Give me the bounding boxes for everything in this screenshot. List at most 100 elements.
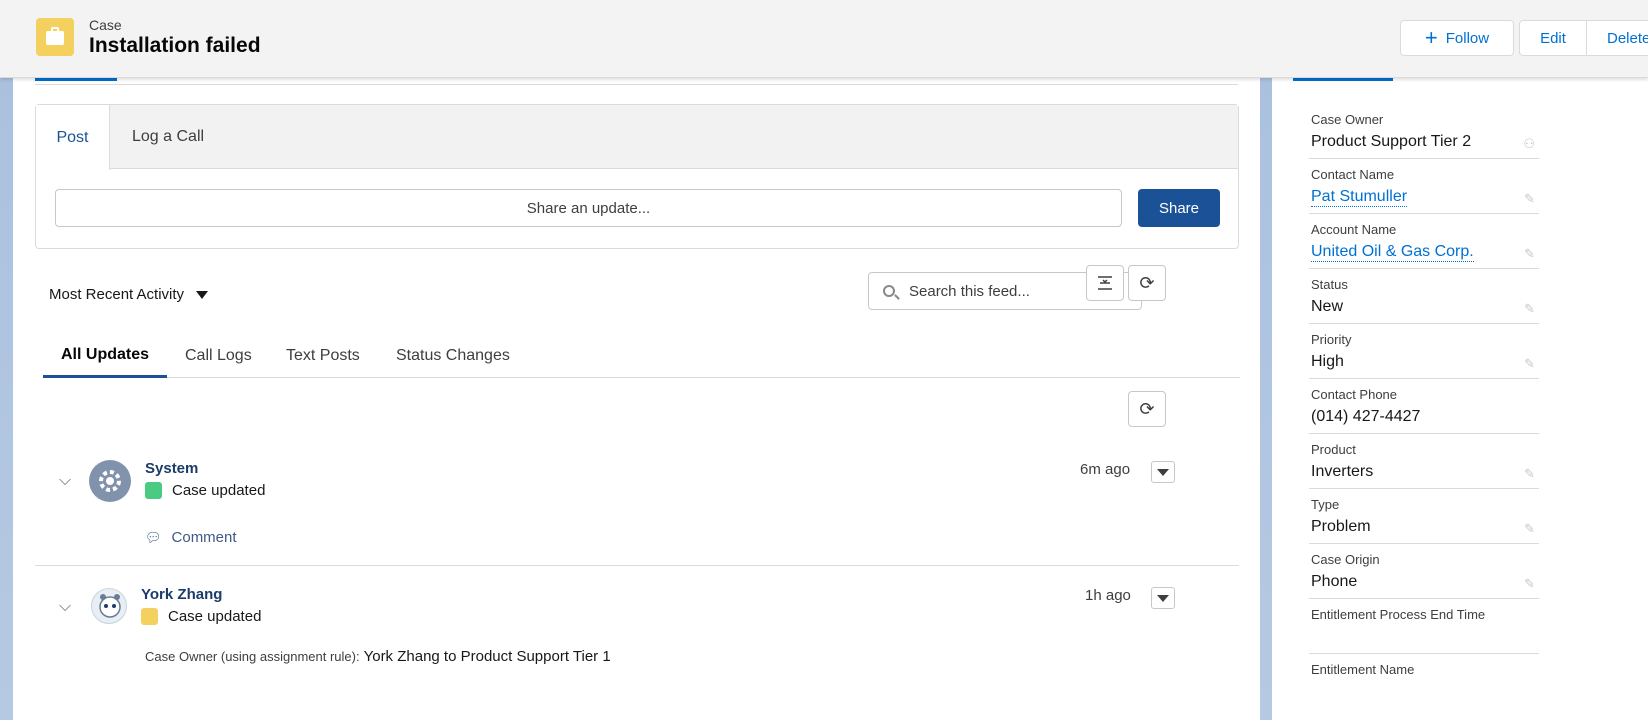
- field-value: Problem: [1311, 518, 1371, 535]
- field-label: Account Name: [1311, 222, 1397, 237]
- object-label: Case: [89, 17, 122, 33]
- field-entitlement-name: Entitlement Name: [1309, 654, 1539, 709]
- field-label: Contact Phone: [1311, 387, 1398, 402]
- chevron-down-icon[interactable]: ⌵: [59, 598, 71, 616]
- tab-log-a-call[interactable]: Log a Call: [132, 105, 204, 169]
- field-label: Entitlement Process End Time: [1311, 607, 1486, 622]
- delete-button[interactable]: Delete: [1586, 20, 1648, 56]
- astro-avatar-icon: [99, 594, 121, 618]
- field-type: Type Problem ✎: [1309, 489, 1539, 544]
- field-label: Contact Name: [1311, 167, 1395, 182]
- author-name[interactable]: System: [145, 460, 198, 477]
- edit-button[interactable]: Edit: [1519, 20, 1587, 56]
- refresh-feed-button[interactable]: ⟳: [1128, 391, 1166, 427]
- comment-icon: 💬︎: [145, 529, 162, 545]
- case-icon: [36, 18, 74, 56]
- field-contact-phone: Contact Phone (014) 427-4427: [1309, 379, 1539, 434]
- field-product: Product Inverters ✎: [1309, 434, 1539, 489]
- pencil-icon[interactable]: ✎: [1524, 191, 1535, 207]
- comment-button[interactable]: 💬︎ Comment: [145, 529, 237, 546]
- author-name[interactable]: York Zhang: [141, 586, 222, 603]
- field-status: Status New ✎: [1309, 269, 1539, 324]
- account-link[interactable]: United Oil & Gas Corp.: [1311, 243, 1474, 262]
- record-title: Installation failed: [89, 34, 261, 57]
- divider: [35, 84, 1238, 85]
- field-case-owner: Case Owner Product Support Tier 2 ⚇: [1309, 104, 1539, 159]
- active-tab-indicator: [35, 78, 117, 81]
- pencil-icon[interactable]: ✎: [1524, 356, 1535, 372]
- timestamp[interactable]: 1h ago: [1085, 587, 1131, 604]
- collapse-all-button[interactable]: [1086, 265, 1124, 301]
- pencil-icon[interactable]: ✎: [1524, 466, 1535, 482]
- field-label: Priority: [1311, 332, 1352, 347]
- feed-message: Case updated: [145, 482, 265, 499]
- publisher: Post Log a Call Share an update... Share: [35, 104, 1239, 249]
- tab-call-logs[interactable]: Call Logs: [185, 334, 252, 378]
- field-priority: Priority High ✎: [1309, 324, 1539, 379]
- message-text: Case updated: [168, 608, 262, 625]
- search-placeholder: Search this feed...: [909, 282, 1030, 300]
- field-entitlement-process-end-time: Entitlement Process End Time: [1309, 599, 1539, 654]
- case-icon: [141, 608, 158, 625]
- caret-down-icon: [1157, 594, 1169, 602]
- detail-value: York Zhang to Product Support Tier 1: [363, 648, 611, 665]
- publisher-tabs: Post Log a Call: [36, 105, 1238, 170]
- item-menu-button[interactable]: [1151, 461, 1175, 483]
- message-text: Case updated: [172, 482, 266, 499]
- feed-panel: Post Log a Call Share an update... Share…: [13, 78, 1260, 720]
- tab-text-posts[interactable]: Text Posts: [286, 334, 360, 378]
- record-header: Case Installation failed + Follow Edit D…: [0, 0, 1648, 78]
- change-owner-icon[interactable]: ⚇: [1523, 136, 1535, 152]
- pencil-icon[interactable]: ✎: [1524, 246, 1535, 262]
- case-update-icon: [145, 482, 162, 499]
- pencil-icon[interactable]: ✎: [1524, 301, 1535, 317]
- field-value: New: [1311, 298, 1344, 315]
- search-icon: [883, 285, 895, 297]
- item-menu-button[interactable]: [1151, 587, 1175, 609]
- timestamp[interactable]: 6m ago: [1080, 461, 1130, 478]
- refresh-icon: ⟳: [1139, 272, 1155, 293]
- tab-status-changes[interactable]: Status Changes: [396, 334, 510, 378]
- follow-button[interactable]: + Follow: [1400, 20, 1514, 56]
- plus-icon: +: [1424, 25, 1438, 50]
- pencil-icon[interactable]: ✎: [1524, 521, 1535, 537]
- field-value: Product Support Tier 2: [1311, 133, 1472, 150]
- field-value: (014) 427-4427: [1311, 408, 1421, 425]
- feed-message: Case updated: [141, 608, 261, 625]
- feed-filter-tabs: All Updates Call Logs Text Posts Status …: [43, 334, 1240, 378]
- sort-dropdown[interactable]: Most Recent Activity: [49, 286, 209, 303]
- active-tab-indicator: [1293, 78, 1393, 81]
- field-label: Product: [1311, 442, 1356, 457]
- feed-item: ⌵ York Zhang 1h ago Case updated Case Ow…: [35, 584, 1239, 704]
- field-label: Status: [1311, 277, 1348, 292]
- tab-post[interactable]: Post: [36, 105, 110, 170]
- caret-down-icon: [196, 290, 209, 299]
- field-account-name: Account Name United Oil & Gas Corp. ✎: [1309, 214, 1539, 269]
- field-case-origin: Case Origin Phone ✎: [1309, 544, 1539, 599]
- field-label: Entitlement Name: [1311, 662, 1415, 677]
- field-value: Phone: [1311, 573, 1358, 590]
- field-label: Case Owner: [1311, 112, 1384, 127]
- feed-item: ⌵ System 6m ago Case updated 💬︎ Comment: [35, 456, 1239, 556]
- share-update-input[interactable]: Share an update...: [55, 189, 1122, 227]
- refresh-button[interactable]: ⟳: [1128, 265, 1166, 301]
- expand-collapse-icon: [1098, 276, 1112, 290]
- divider: [35, 565, 1239, 566]
- comment-label: Comment: [171, 529, 237, 546]
- field-contact-name: Contact Name Pat Stumuller ✎: [1309, 159, 1539, 214]
- pencil-icon[interactable]: ✎: [1524, 576, 1535, 592]
- field-value: Inverters: [1311, 463, 1374, 480]
- field-label: Type: [1311, 497, 1340, 512]
- tab-all-updates[interactable]: All Updates: [43, 334, 168, 378]
- chevron-down-icon[interactable]: ⌵: [59, 472, 71, 490]
- gear-icon: [99, 470, 121, 492]
- field-label: Case Origin: [1311, 552, 1380, 567]
- field-value: High: [1311, 353, 1344, 370]
- refresh-icon: ⟳: [1139, 398, 1155, 419]
- system-avatar: [89, 460, 131, 502]
- share-button[interactable]: Share: [1138, 189, 1220, 227]
- avatar: [91, 588, 127, 624]
- detail-label: Case Owner (using assignment rule):: [145, 649, 360, 664]
- contact-link[interactable]: Pat Stumuller: [1311, 188, 1408, 207]
- sort-label: Most Recent Activity: [49, 286, 185, 303]
